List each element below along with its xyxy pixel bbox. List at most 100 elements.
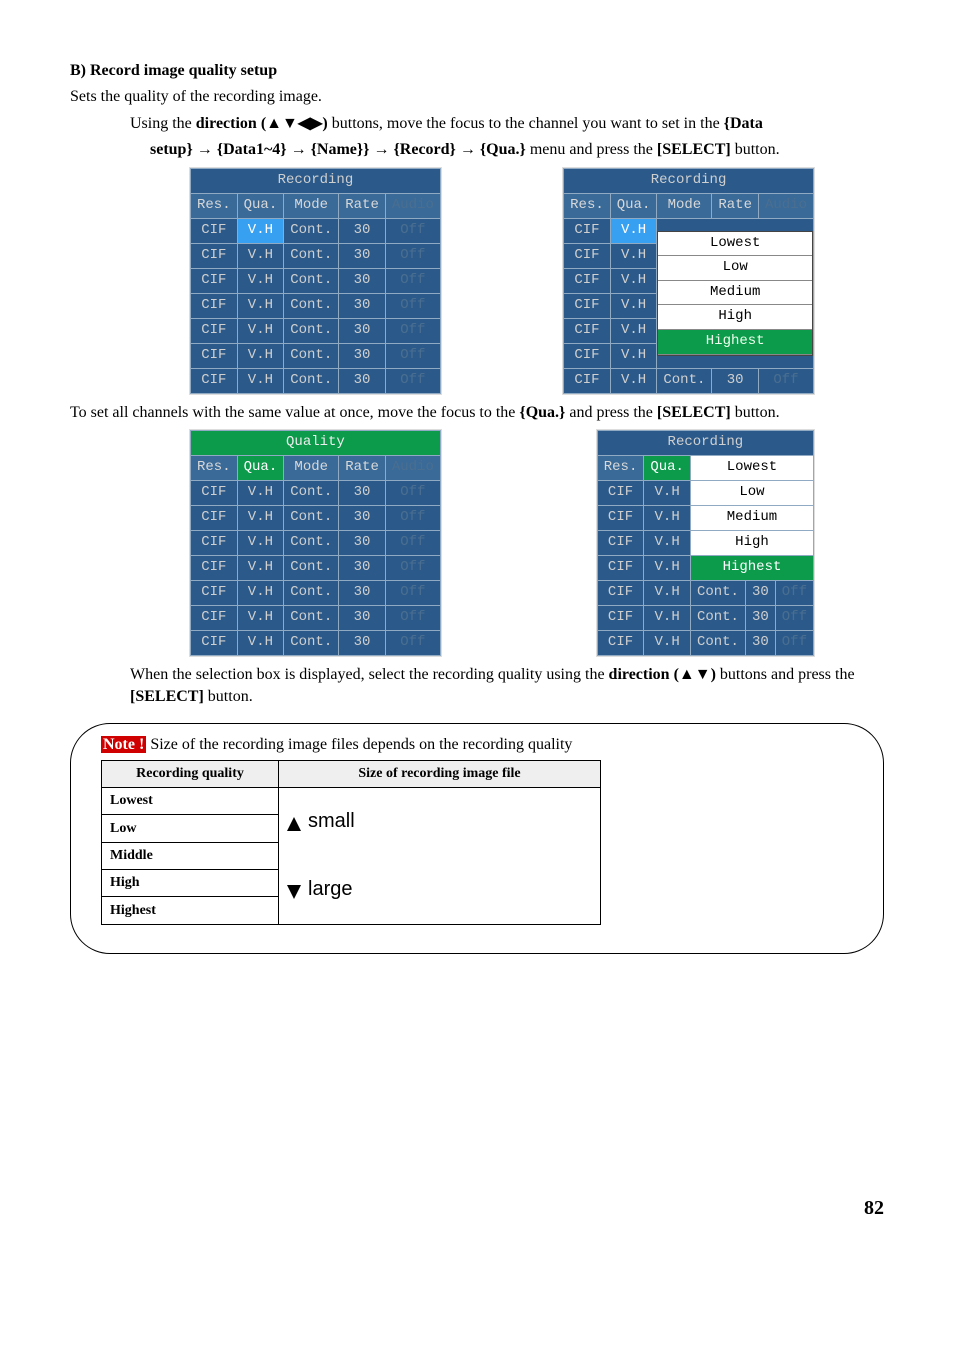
table-row[interactable]: CIFV.HCont.30Off xyxy=(191,505,441,530)
arrow-icon: → xyxy=(456,141,480,158)
txt: button. xyxy=(204,688,253,705)
cell: CIF xyxy=(564,218,611,243)
col-qua: Qua. xyxy=(610,193,657,218)
cell: Cont. xyxy=(690,605,745,630)
cell: Off xyxy=(385,318,440,343)
quality-option[interactable]: Medium xyxy=(690,505,813,530)
table-row[interactable]: CIFV.HCont.30Off xyxy=(191,555,441,580)
cell-selected[interactable]: V.H xyxy=(237,218,284,243)
cell: Cont. xyxy=(284,530,339,555)
cell: Cont. xyxy=(284,630,339,655)
txt: {Data1~4} xyxy=(217,141,287,158)
quality-dropdown[interactable]: Lowest Low Medium High Highest xyxy=(657,231,813,356)
cell: 30 xyxy=(339,530,386,555)
cell: V.H xyxy=(237,605,284,630)
table-row[interactable]: CIFV.HCont.30Off xyxy=(564,368,814,393)
table-row[interactable]: CIFV.H Lowest Low Medium High Highest xyxy=(564,218,814,243)
table-row[interactable]: CIFV.HLow xyxy=(597,480,813,505)
txt: [SELECT] xyxy=(657,141,731,158)
table-title: Recording xyxy=(191,168,441,193)
table-row[interactable]: CIFV.HHighest xyxy=(597,555,813,580)
cell: Cont. xyxy=(284,480,339,505)
col-mode: Mode xyxy=(284,455,339,480)
table-row[interactable]: CIFV.HCont.30Off xyxy=(191,605,441,630)
cell: Cont. xyxy=(690,630,745,655)
col-qua-selected[interactable]: Qua. xyxy=(644,455,691,480)
cell: V.H xyxy=(644,480,691,505)
data-label: {Data xyxy=(724,115,763,132)
table-row[interactable]: CIFV.HCont.30Off xyxy=(191,218,441,243)
dropdown-option[interactable]: Lowest xyxy=(658,232,812,257)
cell: 30 xyxy=(339,318,386,343)
arrow-down-icon xyxy=(287,885,301,899)
cell: V.H xyxy=(237,343,284,368)
table-title: Recording xyxy=(597,430,813,455)
quality-option[interactable]: Lowest xyxy=(690,455,813,480)
cell: CIF xyxy=(191,243,238,268)
cell: Cont. xyxy=(284,505,339,530)
table-row[interactable]: CIFV.HMedium xyxy=(597,505,813,530)
cell: V.H xyxy=(610,293,657,318)
txt: direction (▲▼) xyxy=(609,666,716,683)
cell: V.H xyxy=(237,580,284,605)
cell: V.H xyxy=(610,318,657,343)
table-row[interactable]: CIFV.HCont.30Off xyxy=(597,580,813,605)
direction-label: direction (▲▼◀▶) xyxy=(196,115,328,132)
dropdown-option-selected[interactable]: Highest xyxy=(658,330,812,355)
col-res: Res. xyxy=(597,455,644,480)
cell: CIF xyxy=(191,368,238,393)
cell: V.H xyxy=(237,318,284,343)
cell: V.H xyxy=(237,555,284,580)
cell: 30 xyxy=(745,580,775,605)
col-qua-selected[interactable]: Qua. xyxy=(237,455,284,480)
col-rate: Rate xyxy=(339,455,386,480)
dropdown-option[interactable]: High xyxy=(658,305,812,330)
table-row[interactable]: CIFV.HCont.30Off xyxy=(191,343,441,368)
dropdown-option[interactable]: Low xyxy=(658,256,812,281)
cell: V.H xyxy=(237,530,284,555)
dropdown-option[interactable]: Medium xyxy=(658,281,812,306)
cell: Off xyxy=(775,580,813,605)
cell: CIF xyxy=(564,243,611,268)
quality-option[interactable]: Low xyxy=(690,480,813,505)
cell: CIF xyxy=(191,293,238,318)
cell: 30 xyxy=(339,480,386,505)
col-rate: Rate xyxy=(712,193,759,218)
table-row[interactable]: CIFV.HCont.30Off xyxy=(597,605,813,630)
table-title: Recording xyxy=(564,168,814,193)
table-row[interactable]: CIFV.HCont.30Off xyxy=(191,268,441,293)
intro-text: Sets the quality of the recording image. xyxy=(70,86,884,108)
txt: {Record} xyxy=(393,141,455,158)
instruction-line-2: setup} → {Data1~4} → {Name}} → {Record} … xyxy=(150,139,884,161)
cell: Off xyxy=(385,530,440,555)
cell: V.H xyxy=(644,505,691,530)
cell: Cont. xyxy=(284,605,339,630)
table-row[interactable]: CIFV.HCont.30Off xyxy=(191,293,441,318)
col-audio: Audio xyxy=(385,455,440,480)
cell: Off xyxy=(385,243,440,268)
quality-option-selected[interactable]: Highest xyxy=(690,555,813,580)
cell: Off xyxy=(775,630,813,655)
table-row[interactable]: CIFV.HCont.30Off xyxy=(191,318,441,343)
table-row[interactable]: CIFV.HCont.30Off xyxy=(191,630,441,655)
cell: CIF xyxy=(191,505,238,530)
section-heading: B) Record image quality setup xyxy=(70,60,884,82)
table-row[interactable]: CIFV.HHigh xyxy=(597,530,813,555)
table-row[interactable]: CIFV.HCont.30Off xyxy=(597,630,813,655)
table-row[interactable]: CIFV.HCont.30Off xyxy=(191,368,441,393)
table-row[interactable]: CIFV.HCont.30Off xyxy=(191,243,441,268)
col-res: Res. xyxy=(564,193,611,218)
cell: V.H xyxy=(237,480,284,505)
cell: V.H xyxy=(644,580,691,605)
cell: CIF xyxy=(597,555,644,580)
size-diagram: small large xyxy=(279,787,601,924)
cell: Cont. xyxy=(690,580,745,605)
cell: 30 xyxy=(339,243,386,268)
table-row[interactable]: CIFV.HCont.30Off xyxy=(191,530,441,555)
table-row[interactable]: CIFV.HCont.30Off xyxy=(191,580,441,605)
quality-option[interactable]: High xyxy=(690,530,813,555)
cell: CIF xyxy=(597,530,644,555)
cell: Cont. xyxy=(284,318,339,343)
cell-selected[interactable]: V.H xyxy=(610,218,657,243)
table-row[interactable]: CIFV.HCont.30Off xyxy=(191,480,441,505)
